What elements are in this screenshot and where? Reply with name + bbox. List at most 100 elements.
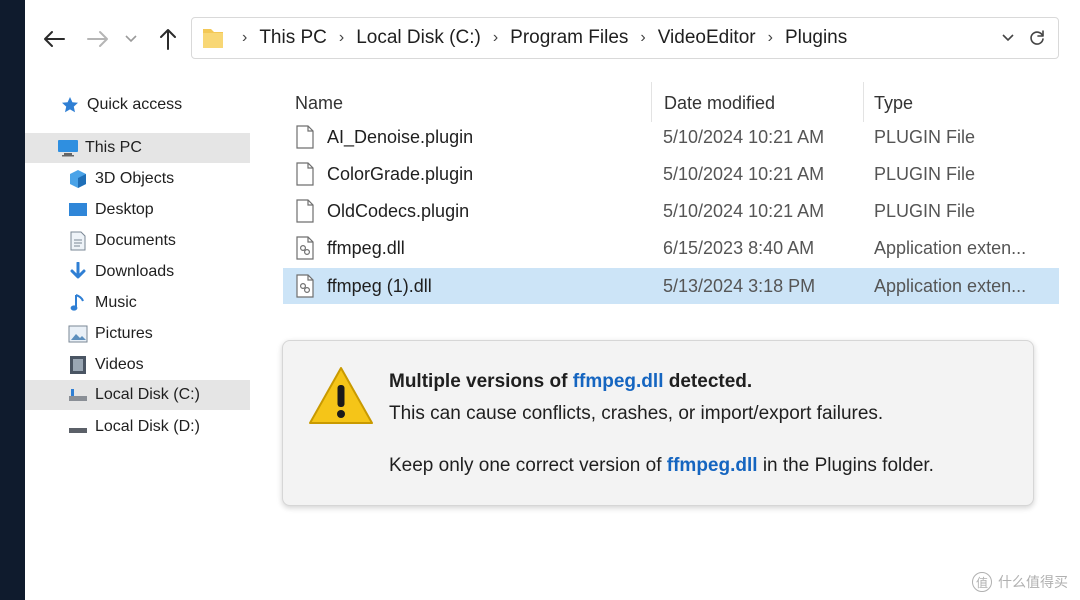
file-name: ColorGrade.plugin [327, 163, 474, 184]
warning-advice-text: Keep only one correct version of [389, 455, 667, 476]
file-type: PLUGIN File [874, 126, 976, 147]
sidebar-item-pictures[interactable]: Pictures [25, 319, 250, 349]
column-header-name[interactable]: Name [295, 86, 343, 120]
breadcrumb-videoeditor[interactable]: VideoEditor [658, 27, 756, 49]
file-type: Application exten... [874, 275, 1027, 296]
back-button[interactable] [39, 22, 69, 56]
forward-arrow-icon [87, 31, 108, 47]
breadcrumb-program-files[interactable]: Program Files [510, 27, 628, 49]
file-type: PLUGIN File [874, 163, 976, 184]
drive-icon [67, 385, 89, 405]
refresh-icon[interactable] [1028, 29, 1046, 47]
download-icon [67, 262, 89, 282]
warning-title-text: detected. [663, 371, 753, 392]
warning-advice-text: in the Plugins folder. [757, 455, 934, 476]
drive-icon [67, 417, 89, 437]
sidebar-item-label: This PC [85, 139, 142, 156]
navigation-pane: Quick access This PC 3D Objects Desktop … [25, 82, 250, 582]
column-divider[interactable] [863, 82, 864, 122]
sidebar-item-label: Quick access [87, 96, 183, 113]
file-date: 5/10/2024 10:21 AM [663, 163, 825, 184]
up-button[interactable] [153, 22, 183, 56]
sidebar-item-label: Local Disk (C:) [95, 386, 200, 403]
file-date: 6/15/2023 8:40 AM [663, 237, 815, 258]
sidebar-item-label: Music [95, 294, 137, 311]
file-icon [296, 199, 314, 223]
sidebar-item-quick-access[interactable]: Quick access [25, 90, 250, 120]
chevron-down-icon[interactable] [1002, 34, 1014, 42]
breadcrumb-local-disk-c[interactable]: Local Disk (C:) [356, 27, 481, 49]
sidebar-item-documents[interactable]: Documents [25, 226, 250, 256]
star-icon [59, 95, 81, 115]
file-explorer-window: › This PC › Local Disk (C:) › Program Fi… [25, 0, 1080, 600]
sidebar-item-downloads[interactable]: Downloads [25, 257, 250, 287]
watermark-text: 什么值得买 [998, 574, 1068, 590]
table-row[interactable]: AI_Denoise.plugin 5/10/2024 10:21 AM PLU… [283, 119, 1059, 155]
chevron-right-icon: › [492, 29, 499, 46]
breadcrumb-this-pc[interactable]: This PC [259, 27, 327, 49]
folder-icon [202, 26, 224, 50]
dll-file-icon [296, 274, 314, 298]
warning-advice: Keep only one correct version of ffmpeg.… [389, 455, 934, 477]
chevron-right-icon: › [640, 29, 646, 46]
sidebar-item-this-pc[interactable]: This PC [25, 133, 250, 163]
sidebar-item-desktop[interactable]: Desktop [25, 195, 250, 225]
table-row[interactable]: ColorGrade.plugin 5/10/2024 10:21 AM PLU… [283, 156, 1059, 192]
back-arrow-icon [44, 31, 65, 47]
file-name: OldCodecs.plugin [327, 200, 470, 221]
desktop-icon [67, 200, 89, 220]
chevron-right-icon: › [338, 29, 345, 46]
toolbar: › This PC › Local Disk (C:) › Program Fi… [25, 0, 1080, 78]
column-header-date-modified[interactable]: Date modified [664, 86, 775, 120]
address-bar[interactable]: › This PC › Local Disk (C:) › Program Fi… [191, 17, 1059, 59]
column-divider[interactable] [651, 82, 652, 122]
table-row[interactable]: OldCodecs.plugin 5/10/2024 10:21 AM PLUG… [283, 193, 1059, 229]
sidebar-item-label: Downloads [95, 263, 175, 280]
sidebar-item-label: Pictures [95, 325, 153, 342]
sidebar-item-3d-objects[interactable]: 3D Objects [25, 164, 250, 194]
document-icon [67, 231, 89, 251]
file-date: 5/13/2024 3:18 PM [663, 275, 816, 296]
sidebar-item-music[interactable]: Music [25, 288, 250, 318]
warning-title-filename: ffmpeg.dll [572, 371, 664, 392]
file-icon [296, 125, 314, 149]
music-icon [67, 293, 89, 313]
computer-icon [57, 138, 79, 158]
file-type: PLUGIN File [874, 200, 976, 221]
file-name: ffmpeg.dll [327, 237, 405, 258]
forward-button[interactable] [83, 22, 113, 56]
file-name: ffmpeg (1).dll [327, 275, 432, 296]
warning-icon [309, 367, 373, 424]
address-actions [1002, 18, 1046, 58]
column-header-type[interactable]: Type [874, 86, 913, 120]
chevron-right-icon: › [242, 29, 248, 46]
sidebar-item-label: 3D Objects [95, 170, 175, 187]
recent-locations-button[interactable] [121, 22, 141, 56]
file-name: AI_Denoise.plugin [327, 126, 474, 147]
warning-dialog: Multiple versions of ffmpeg.dll detected… [282, 340, 1034, 506]
warning-advice-filename: ffmpeg.dll [666, 455, 758, 476]
sidebar-item-videos[interactable]: Videos [25, 350, 250, 380]
cube-icon [67, 169, 89, 189]
dll-file-icon [296, 236, 314, 260]
video-icon [67, 355, 89, 375]
table-row[interactable]: ffmpeg.dll 6/15/2023 8:40 AM Application… [283, 230, 1059, 266]
sidebar-item-label: Local Disk (D:) [95, 418, 200, 435]
file-date: 5/10/2024 10:21 AM [663, 200, 825, 221]
warning-title-text: Multiple versions of [389, 371, 573, 392]
watermark-logo-icon: 值 [972, 572, 992, 592]
file-icon [296, 162, 314, 186]
watermark: 值 什么值得买 [972, 572, 1068, 592]
file-date: 5/10/2024 10:21 AM [663, 126, 825, 147]
sidebar-item-label: Documents [95, 232, 176, 249]
up-arrow-icon [160, 29, 176, 50]
table-row-selected[interactable]: ffmpeg (1).dll 5/13/2024 3:18 PM Applica… [283, 268, 1059, 304]
chevron-down-icon [125, 35, 137, 43]
warning-title: Multiple versions of ffmpeg.dll detected… [389, 371, 752, 393]
breadcrumb-plugins[interactable]: Plugins [785, 27, 847, 49]
warning-detail: This can cause conflicts, crashes, or im… [389, 403, 884, 424]
sidebar-item-local-disk-c[interactable]: Local Disk (C:) [25, 380, 250, 410]
file-type: Application exten... [874, 237, 1027, 258]
sidebar-item-label: Desktop [95, 201, 154, 218]
sidebar-item-local-disk-d[interactable]: Local Disk (D:) [25, 412, 250, 442]
